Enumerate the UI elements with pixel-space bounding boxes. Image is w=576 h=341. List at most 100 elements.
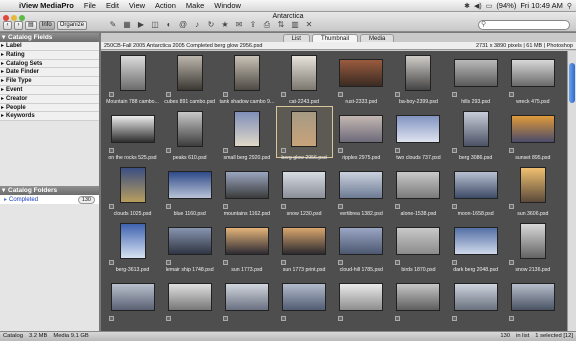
- rotate-icon[interactable]: ↻: [206, 20, 216, 30]
- thumbnail-checkbox[interactable]: [166, 204, 172, 209]
- thumbnail-checkbox[interactable]: [452, 260, 458, 265]
- thumbnail-image[interactable]: [110, 115, 155, 143]
- thumbnail-item[interactable]: [334, 275, 389, 331]
- thumbnail-item[interactable]: ripples 2975.psd: [334, 107, 389, 163]
- thumbnail-card[interactable]: [334, 275, 389, 325]
- thumbnail-image[interactable]: [510, 283, 555, 311]
- thumbnail-card[interactable]: [448, 163, 503, 213]
- volume-icon[interactable]: ◀): [474, 2, 482, 10]
- thumbnail-checkbox[interactable]: [452, 148, 458, 153]
- organize-button[interactable]: Organize: [56, 21, 88, 30]
- thumbnail-card[interactable]: [334, 219, 389, 269]
- thumbnail-item[interactable]: clouds 1025.psd: [105, 163, 160, 219]
- thumbnail-image[interactable]: [167, 171, 212, 199]
- thumbnail-image[interactable]: [453, 171, 498, 199]
- thumbnail-card[interactable]: [105, 275, 160, 325]
- thumbnail-card[interactable]: [448, 51, 503, 101]
- thumbnail-image[interactable]: [282, 283, 327, 311]
- scrollbar-knob[interactable]: [569, 63, 575, 103]
- star-icon[interactable]: ★: [220, 20, 230, 30]
- field-keywords[interactable]: Keywords: [0, 112, 99, 122]
- thumbnail-checkbox[interactable]: [109, 260, 114, 265]
- thumbnail-image[interactable]: [291, 55, 318, 91]
- spotlight-icon[interactable]: ⚲: [567, 2, 572, 10]
- thumbnail-checkbox[interactable]: [280, 148, 286, 153]
- thumbnail-checkbox[interactable]: [223, 92, 229, 97]
- thumbnail-checkbox[interactable]: [166, 148, 172, 153]
- thumbnail-item[interactable]: berg-3613.psd: [105, 219, 160, 275]
- thumbnail-checkbox[interactable]: [509, 316, 515, 321]
- thumbnail-card[interactable]: [219, 51, 274, 101]
- thumbnail-image[interactable]: [339, 283, 384, 311]
- thumbnail-checkbox[interactable]: [394, 204, 400, 209]
- thumbnail-image[interactable]: [339, 171, 384, 199]
- thumbnail-image[interactable]: [119, 223, 146, 259]
- bluetooth-icon[interactable]: ✱: [464, 2, 470, 10]
- thumbnail-checkbox[interactable]: [280, 92, 286, 97]
- thumbnail-image[interactable]: [224, 171, 269, 199]
- thumbnail-image[interactable]: [519, 223, 546, 259]
- sort-icon[interactable]: ⇅: [276, 20, 286, 30]
- thumbnail-checkbox[interactable]: [509, 148, 515, 153]
- thumbnail-image[interactable]: [396, 171, 441, 199]
- thumbnail-image[interactable]: [176, 111, 203, 147]
- thumbnail-checkbox[interactable]: [337, 148, 343, 153]
- menu-window[interactable]: Window: [209, 1, 246, 10]
- thumbnail-image[interactable]: [339, 227, 384, 255]
- thumbnail-card[interactable]: [277, 51, 332, 101]
- thumbnail-item[interactable]: berg 3086.psd: [448, 107, 503, 163]
- thumbnail-card[interactable]: [275, 106, 333, 158]
- menu-view[interactable]: View: [124, 1, 150, 10]
- thumbnail-item[interactable]: vertibrea 1382.psd: [334, 163, 389, 219]
- tab-thumbnail[interactable]: Thumbnail: [311, 34, 358, 42]
- thumbnail-card[interactable]: [505, 163, 560, 213]
- thumbnail-image[interactable]: [510, 59, 555, 87]
- thumbnail-card[interactable]: [448, 219, 503, 269]
- thumbnail-image[interactable]: [110, 283, 155, 311]
- thumbnail-checkbox[interactable]: [452, 316, 458, 321]
- thumbnail-item[interactable]: birds 1870.psd: [391, 219, 446, 275]
- thumbnail-card[interactable]: [162, 275, 217, 325]
- thumbnail-item[interactable]: ba-boy-2399.psd: [391, 51, 446, 107]
- thumbnail-checkbox[interactable]: [337, 204, 343, 209]
- thumbnail-item[interactable]: tank shadow cambo 9...: [219, 51, 274, 107]
- view-icon[interactable]: ▥: [290, 20, 300, 30]
- thumbnail-item[interactable]: [505, 275, 560, 331]
- thumbnail-item[interactable]: sun 1773 print.psd: [277, 219, 332, 275]
- thumbnail-item[interactable]: [105, 275, 160, 331]
- thumbnail-item[interactable]: snow 2136.psd: [505, 219, 560, 275]
- thumbnail-checkbox[interactable]: [166, 316, 172, 321]
- thumbnail-image[interactable]: [224, 227, 269, 255]
- thumbnail-card[interactable]: [277, 163, 332, 213]
- thumbnail-card[interactable]: [162, 163, 217, 213]
- thumbnail-item[interactable]: dark berg 2048.psd: [448, 219, 503, 275]
- edit-icon[interactable]: ✎: [108, 20, 118, 30]
- thumbnail-checkbox[interactable]: [280, 260, 286, 265]
- thumbnail-image[interactable]: [396, 283, 441, 311]
- thumbnail-image[interactable]: [453, 59, 498, 87]
- menu-edit[interactable]: Edit: [101, 1, 124, 10]
- thumbnail-item[interactable]: sun 1773.psd: [219, 219, 274, 275]
- thumbnail-checkbox[interactable]: [337, 92, 343, 97]
- field-label[interactable]: Label: [0, 42, 99, 51]
- thumbnail-image[interactable]: [519, 167, 546, 203]
- thumbnail-image[interactable]: [167, 283, 212, 311]
- thumbnail-card[interactable]: [105, 51, 160, 101]
- thumbnail-image[interactable]: [176, 55, 203, 91]
- menu-file[interactable]: File: [79, 1, 101, 10]
- thumbnail-card[interactable]: [448, 107, 503, 157]
- forward-button[interactable]: ›: [14, 21, 23, 30]
- thumbnail-image[interactable]: [224, 283, 269, 311]
- thumbnail-checkbox[interactable]: [223, 260, 229, 265]
- folder-item-completed[interactable]: ▸ Completed 130: [0, 195, 99, 204]
- thumbnail-item[interactable]: on the rocks 525.psd: [105, 107, 160, 163]
- export-icon[interactable]: ⇪: [248, 20, 258, 30]
- thumbnail-checkbox[interactable]: [280, 204, 286, 209]
- thumbnail-card[interactable]: [219, 275, 274, 325]
- thumbnail-item[interactable]: [448, 275, 503, 331]
- thumbnail-card[interactable]: [219, 163, 274, 213]
- thumbnail-item[interactable]: [391, 275, 446, 331]
- thumbnail-card[interactable]: [162, 107, 217, 157]
- thumbnail-image[interactable]: [167, 227, 212, 255]
- thumbnail-card[interactable]: [505, 275, 560, 325]
